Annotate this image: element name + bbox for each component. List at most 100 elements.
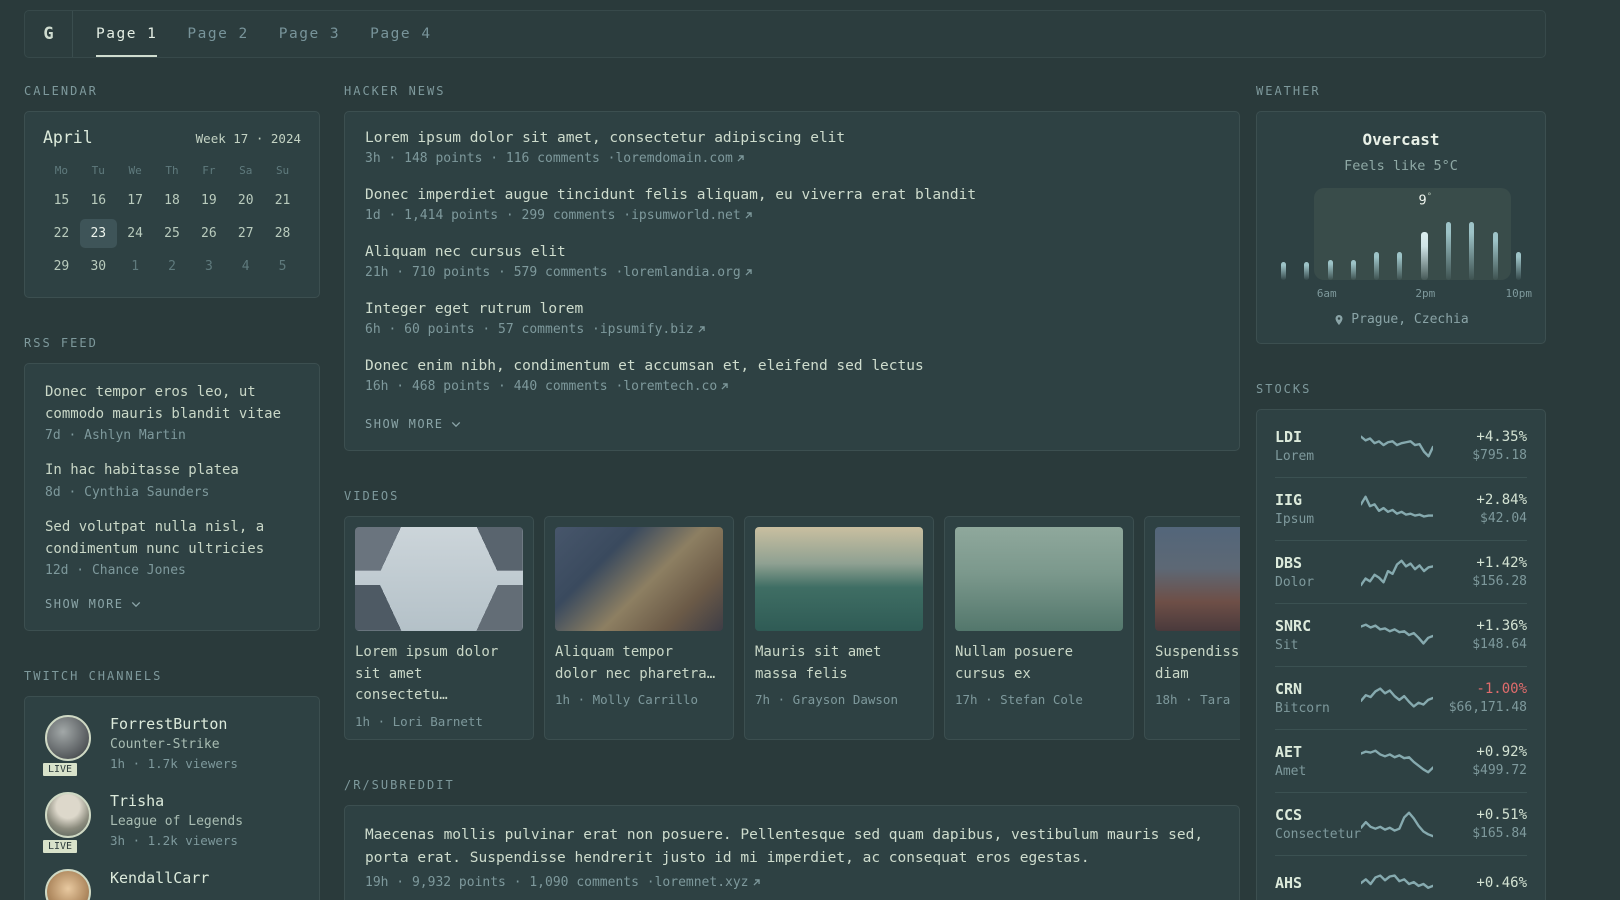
hn-item-domain-link[interactable]: ipsumify.biz [600, 322, 707, 337]
hacker-news-widget: Lorem ipsum dolor sit amet, consectetur … [344, 111, 1240, 451]
stock-row[interactable]: LDI Lorem +4.35% $795.18 [1275, 415, 1527, 477]
hn-item-stats: 21h · 710 points · 579 comments · [365, 265, 624, 280]
section-label-hacker-news: HACKER NEWS [344, 84, 446, 98]
twitch-channel-row[interactable]: LIVE Trisha League of Legends 3h · 1.2k … [41, 792, 299, 856]
weather-bar [1327, 260, 1333, 280]
rss-item-title[interactable]: In hac habitasse platea [45, 460, 299, 482]
hn-item-title[interactable]: Donec enim nibh, condimentum et accumsan… [365, 358, 1219, 374]
hn-show-more-button[interactable]: SHOW MORE [365, 417, 461, 431]
stock-row[interactable]: CCS Consectetur +0.51% $165.84 [1275, 792, 1527, 855]
tab-label: Page 1 [96, 26, 158, 42]
subreddit-post-title[interactable]: Maecenas mollis pulvinar erat non posuer… [365, 824, 1219, 870]
rss-item-meta: 7d · Ashlyn Martin [45, 428, 186, 444]
tab-page-1[interactable]: Page 1 [81, 11, 172, 57]
hn-item-meta: 16h · 468 points · 440 comments · loremt… [365, 379, 1219, 394]
rss-section: RSS FEED Donec tempor eros leo, ut commo… [24, 336, 320, 632]
twitch-avatar-wrap: LIVE [41, 792, 93, 856]
video-card[interactable]: Lorem ipsum dolor sit amet consectetu… 1… [344, 516, 534, 741]
stock-values: +0.51% $165.84 [1433, 807, 1527, 841]
video-card[interactable]: Suspendisse diam 18h · Tara [1144, 516, 1240, 741]
rss-show-more-button[interactable]: SHOW MORE [45, 597, 141, 611]
subreddit-section: /R/SUBREDDIT Maecenas mollis pulvinar er… [344, 778, 1240, 900]
calendar-day: 19 [201, 193, 217, 208]
video-title: Suspendisse diam [1155, 644, 1240, 682]
tab-page-4[interactable]: Page 4 [355, 11, 446, 57]
hn-item-title[interactable]: Donec imperdiet augue tincidunt felis al… [365, 187, 1219, 203]
calendar-grid: Mo Tu We Th Fr Sa Su 15 16 17 18 19 20 2… [43, 159, 301, 281]
hn-item: Donec imperdiet augue tincidunt felis al… [365, 187, 1219, 223]
video-card[interactable]: Mauris sit amet massa felis 7h · Grayson… [744, 516, 934, 741]
stock-row[interactable]: SNRC Sit +1.36% $148.64 [1275, 603, 1527, 666]
video-meta: 7h · Grayson Dawson [755, 692, 898, 708]
weather-bars [1281, 216, 1521, 280]
tab-page-3[interactable]: Page 3 [264, 11, 355, 57]
calendar-day: 21 [274, 193, 291, 208]
hn-item-stats: 16h · 468 points · 440 comments · [365, 379, 624, 394]
hn-item-title[interactable]: Aliquam nec cursus elit [365, 244, 1219, 260]
calendar-dow: Tu [91, 164, 105, 177]
stock-row[interactable]: DBS Dolor +1.42% $156.28 [1275, 540, 1527, 603]
stock-price: $795.18 [1472, 448, 1527, 463]
hn-item-domain: loremtech.co [623, 379, 718, 394]
time-label: 10pm [1505, 287, 1533, 300]
twitch-channel-name: ForrestBurton [110, 715, 228, 734]
stock-price: $499.72 [1472, 763, 1527, 778]
calendar-day: 27 [237, 226, 254, 241]
stock-id: IIG Ipsum [1275, 491, 1361, 527]
stock-sparkline [1361, 809, 1433, 839]
hn-item-domain-link[interactable]: ipsumworld.net [631, 208, 754, 223]
rss-item-title[interactable]: Donec tempor eros leo, ut commodo mauris… [45, 382, 299, 425]
stock-values: +1.42% $156.28 [1433, 555, 1527, 589]
calendar-day: 16 [90, 193, 107, 208]
avatar [45, 792, 91, 839]
video-thumbnail [755, 527, 923, 631]
calendar-dow: Mo [54, 164, 69, 177]
hn-item-domain-link[interactable]: loremdomain.com [615, 151, 745, 166]
twitch-channel-row[interactable]: LIVE ForrestBurton Counter-Strike 1h · 1… [41, 715, 299, 779]
calendar-month: April [43, 128, 93, 147]
stock-row[interactable]: IIG Ipsum +2.84% $42.04 [1275, 477, 1527, 540]
twitch-channel-row[interactable]: KendallCarr [45, 869, 299, 900]
section-label-stocks: STOCKS [1256, 382, 1312, 396]
videos-carousel[interactable]: Lorem ipsum dolor sit amet consectetu… 1… [344, 516, 1240, 741]
subreddit-post-stats: 19h · 9,932 points · 1,090 comments · [365, 875, 655, 891]
stock-change: -1.00% [1476, 681, 1527, 697]
hn-item-title[interactable]: Lorem ipsum dolor sit amet, consectetur … [365, 130, 1219, 146]
hn-item-title[interactable]: Integer eget rutrum lorem [365, 301, 1219, 317]
calendar-dow: Th [165, 164, 179, 177]
tab-page-2[interactable]: Page 2 [172, 11, 263, 57]
hn-item-domain: loremdomain.com [615, 151, 733, 166]
weather-section: WEATHER Overcast Feels like 5°C 9° 6am 2… [1256, 84, 1546, 344]
hn-item-domain-link[interactable]: loremlandia.org [623, 265, 753, 280]
twitch-channel-game: Counter-Strike [110, 737, 220, 753]
stock-id: DBS Dolor [1275, 554, 1361, 590]
stock-row[interactable]: CRN Bitcorn -1.00% $66,171.48 [1275, 666, 1527, 729]
video-meta: 17h · Stefan Cole [955, 692, 1083, 708]
stock-id: LDI Lorem [1275, 428, 1361, 464]
video-card[interactable]: Aliquam tempor dolor nec pharetra… 1h · … [544, 516, 734, 741]
hn-item-stats: 6h · 60 points · 57 comments · [365, 322, 600, 337]
stock-ticker: IIG [1275, 491, 1303, 509]
stock-sparkline [1361, 683, 1433, 713]
stock-id: CRN Bitcorn [1275, 680, 1361, 716]
weather-bar [1515, 252, 1521, 280]
current-temp-value: 9 [1418, 192, 1427, 209]
twitch-section: TWITCH CHANNELS LIVE ForrestBurton Count… [24, 669, 320, 900]
stock-sparkline [1361, 431, 1433, 461]
stock-row[interactable]: AHS +0.46% [1275, 855, 1527, 900]
top-nav: G Page 1 Page 2 Page 3 Page 4 [24, 10, 1546, 58]
rss-item-title[interactable]: Sed volutpat nulla nisl, a condimentum n… [45, 517, 299, 560]
live-badge: LIVE [41, 838, 80, 856]
video-card[interactable]: Nullam posuere cursus ex 17h · Stefan Co… [944, 516, 1134, 741]
stock-row[interactable]: AET Amet +0.92% $499.72 [1275, 729, 1527, 792]
twitch-channel-info: Trisha League of Legends 3h · 1.2k viewe… [110, 792, 243, 848]
video-thumbnail [355, 527, 523, 631]
hn-item-domain-link[interactable]: loremtech.co [623, 379, 730, 394]
stock-change: +0.46% [1476, 874, 1527, 891]
hn-item-domain: ipsumify.biz [599, 322, 694, 337]
external-link-icon [752, 879, 760, 886]
external-link-icon [745, 212, 752, 219]
rss-widget: Donec tempor eros leo, ut commodo mauris… [24, 363, 320, 632]
subreddit-post-domain-link[interactable]: loremnet.xyz [655, 875, 762, 890]
calendar-dow: Fr [202, 164, 216, 177]
